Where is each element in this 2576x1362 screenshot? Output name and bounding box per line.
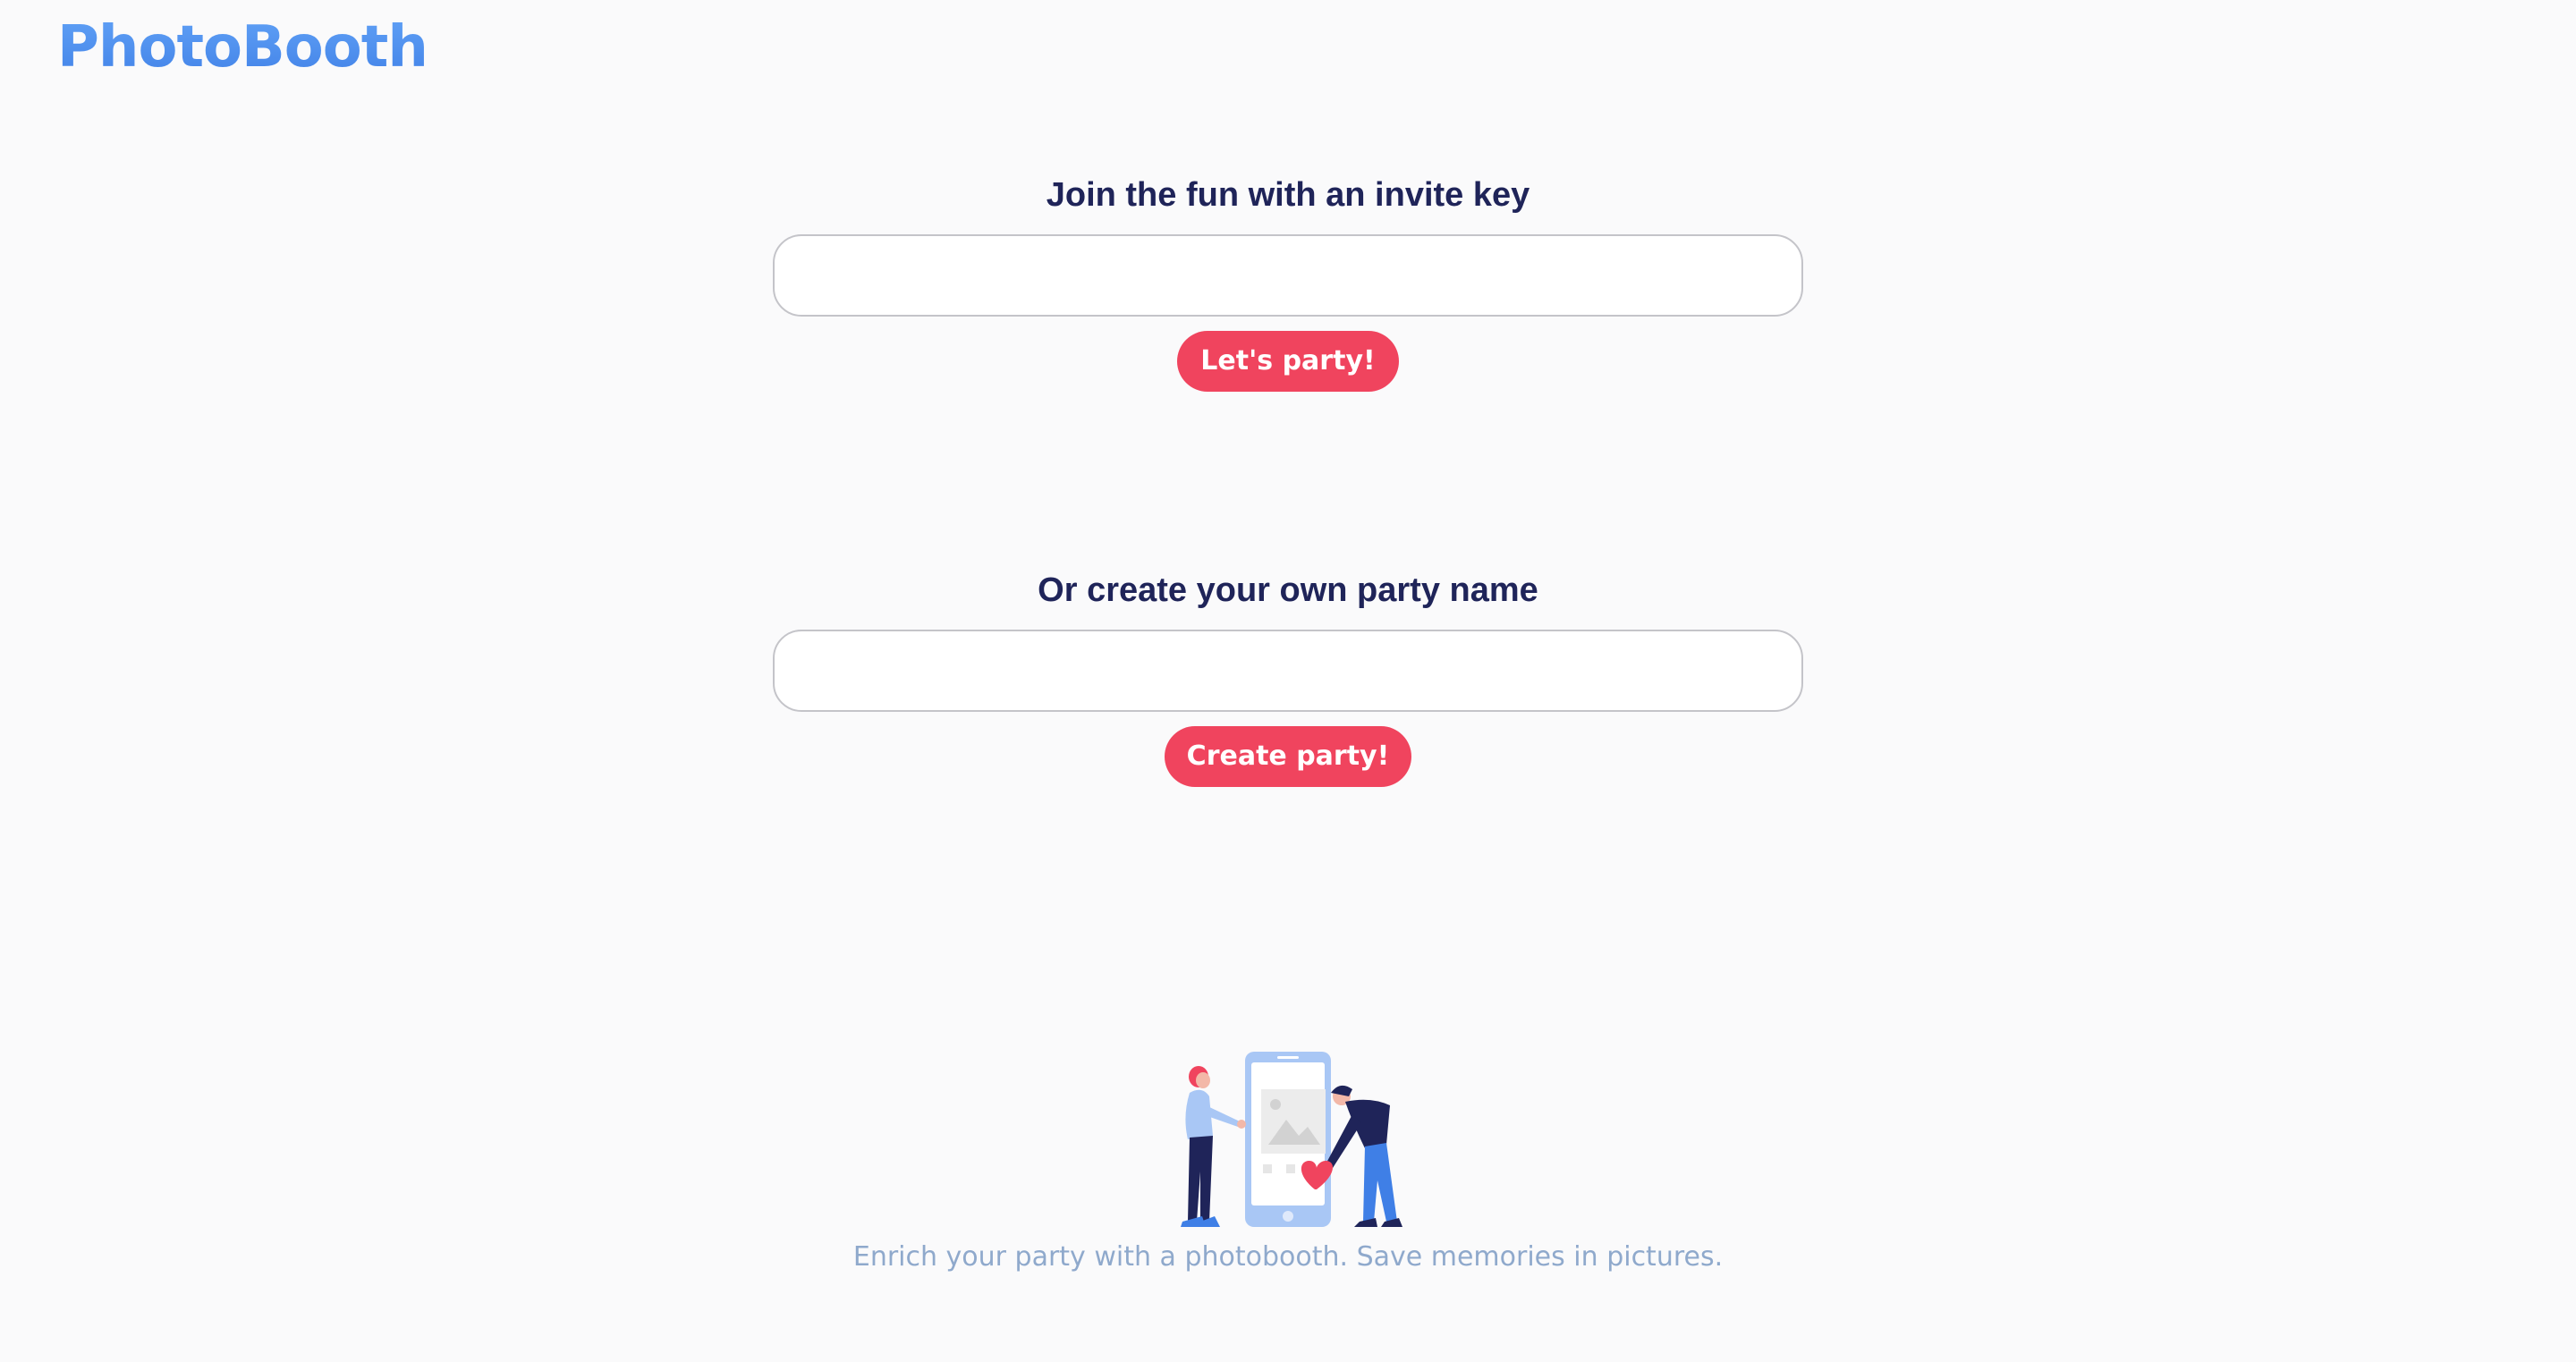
create-title: Or create your own party name xyxy=(1038,571,1538,609)
tagline: Enrich your party with a photobooth. Sav… xyxy=(852,1241,1724,1273)
phone-icon xyxy=(1245,1052,1331,1227)
party-name-input[interactable] xyxy=(773,630,1803,712)
create-party-button[interactable]: Create party! xyxy=(1165,726,1411,787)
man-figure-icon xyxy=(1326,1085,1402,1227)
lets-party-button[interactable]: Let's party! xyxy=(1177,331,1399,392)
join-section: Join the fun with an invite key Let's pa… xyxy=(0,175,2576,392)
invite-key-input[interactable] xyxy=(773,234,1803,317)
woman-figure-icon xyxy=(1181,1066,1246,1227)
people-sharing-photo-illustration xyxy=(1181,1052,1402,1227)
join-title: Join the fun with an invite key xyxy=(1046,176,1530,214)
create-section: Or create your own party name Create par… xyxy=(0,571,2576,787)
logo[interactable]: PhotoBooth xyxy=(57,7,428,88)
